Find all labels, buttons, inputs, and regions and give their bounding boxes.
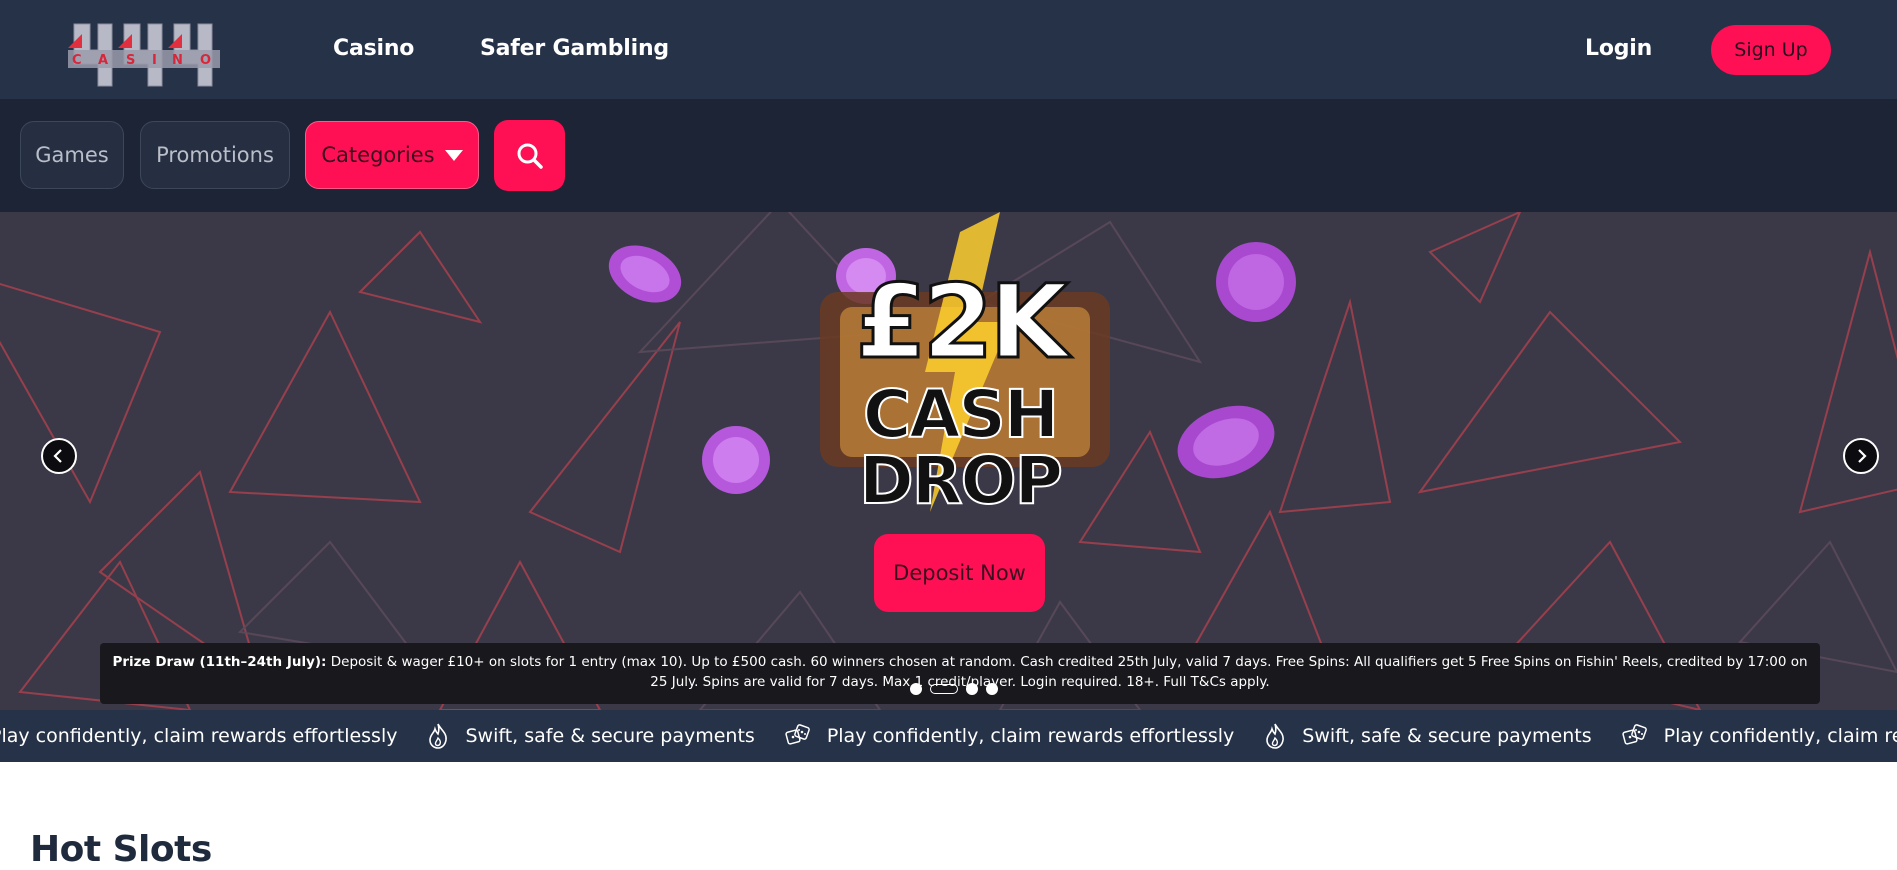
search-icon bbox=[517, 143, 543, 169]
dice-icon bbox=[1621, 723, 1656, 749]
casino-logo[interactable]: C A S IN O bbox=[68, 20, 220, 88]
flame-icon bbox=[427, 722, 457, 750]
svg-text:O: O bbox=[200, 53, 211, 68]
carousel-dots bbox=[910, 682, 998, 696]
marquee-item-text: Swift, safe & secure payments bbox=[465, 725, 755, 747]
categories-dropdown[interactable]: Categories bbox=[305, 121, 479, 189]
carousel-dot[interactable] bbox=[986, 683, 998, 695]
marquee-item-text: Play confidently, claim rewards effortle… bbox=[826, 725, 1235, 747]
nav-safer-gambling[interactable]: Safer Gambling bbox=[480, 36, 669, 61]
chevron-down-icon bbox=[444, 149, 463, 161]
carousel-next-button[interactable] bbox=[1843, 438, 1879, 474]
section-title-hot-slots: Hot Slots bbox=[30, 829, 212, 870]
benefits-marquee: Play confidently, claim rewards effortle… bbox=[0, 710, 1897, 762]
games-button[interactable]: Games bbox=[20, 121, 124, 189]
chevron-left-icon bbox=[53, 449, 62, 463]
svg-text:C: C bbox=[72, 53, 82, 68]
hero-banner: £2K CASH DROP Deposit Now Prize Draw (11… bbox=[0, 212, 1897, 710]
top-header: C A S IN O Casino Safer Gambling Login Sign… bbox=[0, 0, 1897, 99]
svg-text:N: N bbox=[172, 53, 183, 68]
promo-amount: £2K bbox=[854, 263, 1070, 382]
chevron-right-icon bbox=[1858, 449, 1867, 463]
marquee-item-text: Play confidently, claim rewards effortle… bbox=[0, 725, 398, 747]
marquee-item: Play confidently, claim rewards effortle… bbox=[785, 723, 1234, 749]
deposit-now-button[interactable]: Deposit Now bbox=[874, 534, 1045, 612]
nav-casino[interactable]: Casino bbox=[333, 36, 414, 61]
search-button[interactable] bbox=[494, 120, 565, 191]
signup-button[interactable]: Sign Up bbox=[1711, 25, 1831, 75]
marquee-item-text: Swift, safe & secure payments bbox=[1302, 725, 1592, 747]
marquee-item: Swift, safe & secure payments bbox=[1264, 722, 1592, 750]
dice-icon bbox=[785, 723, 819, 749]
promo-title: CASH DROP bbox=[858, 376, 1064, 519]
marquee-item: Play confidently, claim rewards effortle… bbox=[1621, 723, 1897, 749]
categories-label: Categories bbox=[321, 143, 435, 167]
promotions-button[interactable]: Promotions bbox=[140, 121, 290, 189]
marquee-item: Play confidently, claim rewards effortle… bbox=[0, 725, 397, 747]
login-link[interactable]: Login bbox=[1585, 36, 1652, 61]
marquee-item-text: Play confidently, claim rewards effortle… bbox=[1663, 725, 1897, 747]
svg-text:I: I bbox=[152, 53, 157, 68]
carousel-dot[interactable] bbox=[910, 683, 922, 695]
carousel-prev-button[interactable] bbox=[41, 438, 77, 474]
terms-heading: Prize Draw (11th–24th July): bbox=[112, 654, 327, 670]
marquee-item: Swift, safe & secure payments bbox=[427, 722, 755, 750]
svg-text:A: A bbox=[98, 53, 108, 68]
carousel-dot[interactable] bbox=[966, 683, 978, 695]
terms-body: Deposit & wager £10+ on slots for 1 entr… bbox=[326, 654, 1808, 690]
marquee-track: Play confidently, claim rewards effortle… bbox=[0, 710, 1897, 762]
promo-headline: £2K CASH DROP bbox=[760, 262, 1160, 515]
svg-text:S: S bbox=[126, 53, 135, 68]
flame-icon bbox=[1264, 722, 1294, 750]
carousel-dot-active[interactable] bbox=[930, 684, 958, 694]
